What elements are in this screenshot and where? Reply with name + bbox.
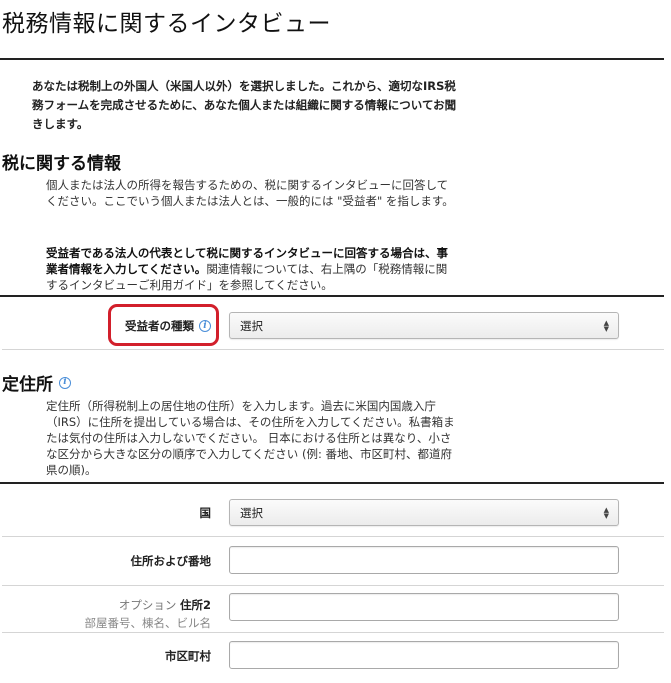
tax-interview-page: 税務情報に関するインタビュー あなたは税制上の外国人（米国人以外）を選択しました… [0, 0, 671, 683]
address-line1-label: 住所および番地 [130, 554, 212, 568]
select-caret-icon: ▲ ▼ [603, 319, 609, 333]
country-select[interactable]: 選択 ▲ ▼ [229, 499, 619, 526]
tax-info-paragraph-2: 受益者である法人の代表として税に関するインタビューに回答する場合は、事業者情報を… [46, 245, 456, 293]
address-divider [0, 482, 664, 484]
address-line2-label-text: 住所2 [179, 598, 211, 612]
optional-tag: オプション [118, 598, 177, 612]
address-line2-input[interactable] [229, 593, 619, 621]
address-heading-text: 定住所 [2, 375, 53, 395]
info-icon[interactable]: i [59, 376, 71, 389]
beneficiary-type-select[interactable]: 選択 ▲ ▼ [229, 312, 619, 339]
page-title: 税務情報に関するインタビュー [2, 11, 331, 37]
highlight-annotation [108, 304, 219, 346]
address-line2-label: オプション 住所2 部屋番号、棟名、ビル名 [85, 597, 212, 631]
tax-info-heading: 税に関する情報 [2, 149, 121, 174]
row-divider [2, 632, 664, 633]
country-label: 国 [199, 506, 212, 520]
tax-info-heading-text: 税に関する情報 [2, 154, 121, 174]
beneficiary-type-selected: 選択 [240, 318, 263, 333]
row-divider [2, 349, 664, 350]
intro-text: あなたは税制上の外国人（米国人以外）を選択しました。これから、適切なIRS税務フ… [32, 79, 457, 131]
country-selected: 選択 [240, 505, 263, 520]
select-caret-icon: ▲ ▼ [603, 506, 609, 520]
tax-info-divider [0, 295, 664, 297]
address-paragraph: 定住所（所得税制上の居住地の住所）を入力します。過去に米国内国歳入庁（IRS）に… [46, 399, 455, 477]
city-label: 市区町村 [165, 649, 211, 663]
address-line2-hint: 部屋番号、棟名、ビル名 [84, 616, 212, 630]
city-input[interactable] [229, 641, 619, 669]
address-heading: 定住所 i [2, 370, 71, 395]
tax-info-paragraph-1: 個人または法人の所得を報告するための、税に関するインタビューに回答してください。… [46, 178, 454, 208]
address-line1-input[interactable] [229, 546, 619, 574]
row-divider [2, 585, 664, 586]
header-divider [0, 58, 664, 60]
row-divider [2, 536, 664, 537]
